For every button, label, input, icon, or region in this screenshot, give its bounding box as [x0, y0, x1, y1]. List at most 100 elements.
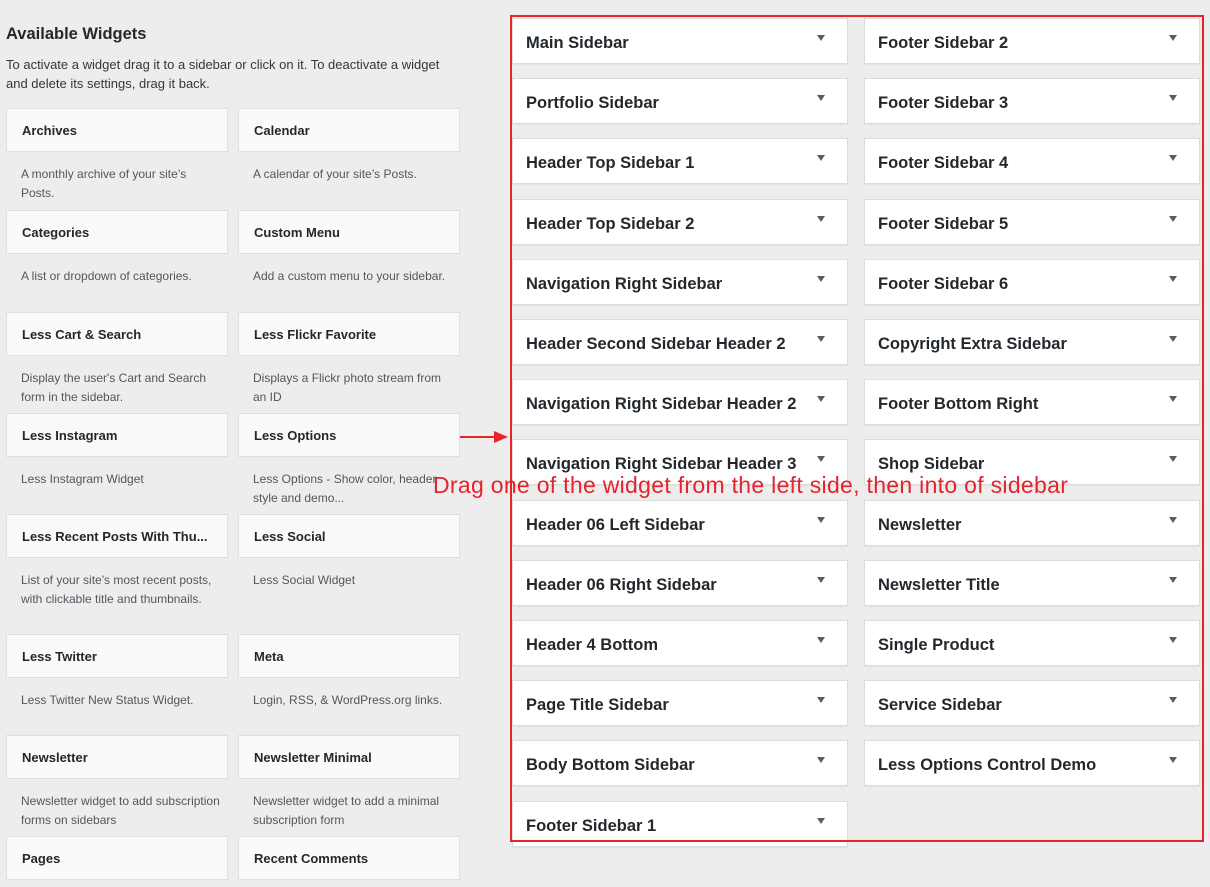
widget-title[interactable]: Calendar [238, 108, 460, 152]
sidebar-title[interactable]: Page Title Sidebar [526, 681, 669, 727]
sidebar-header-06-right-sidebar[interactable]: Header 06 Right Sidebar [512, 560, 848, 606]
toggle-arrow-icon[interactable] [1169, 95, 1177, 101]
sidebar-body-bottom-sidebar[interactable]: Body Bottom Sidebar [512, 740, 848, 786]
sidebar-footer-sidebar-6[interactable]: Footer Sidebar 6 [864, 259, 1200, 305]
toggle-arrow-icon[interactable] [817, 818, 825, 824]
sidebar-title[interactable]: Header Top Sidebar 1 [526, 139, 694, 185]
sidebar-title[interactable]: Footer Sidebar 1 [526, 802, 656, 848]
toggle-arrow-icon[interactable] [817, 396, 825, 402]
sidebar-footer-sidebar-3[interactable]: Footer Sidebar 3 [864, 78, 1200, 124]
widget-title[interactable]: Less Instagram [6, 413, 228, 457]
toggle-arrow-icon[interactable] [1169, 517, 1177, 523]
widget-title[interactable]: Less Flickr Favorite [238, 312, 460, 356]
toggle-arrow-icon[interactable] [817, 697, 825, 703]
sidebar-header-top-sidebar-1[interactable]: Header Top Sidebar 1 [512, 138, 848, 184]
sidebar-page-title-sidebar[interactable]: Page Title Sidebar [512, 680, 848, 726]
widget-title[interactable]: Newsletter Minimal [238, 735, 460, 779]
sidebar-main-sidebar[interactable]: Main Sidebar [512, 18, 848, 64]
sidebar-title[interactable]: Newsletter Title [878, 561, 1000, 607]
toggle-arrow-icon[interactable] [817, 216, 825, 222]
toggle-arrow-icon[interactable] [817, 637, 825, 643]
sidebar-footer-sidebar-5[interactable]: Footer Sidebar 5 [864, 199, 1200, 245]
toggle-arrow-icon[interactable] [817, 155, 825, 161]
widget-less-instagram[interactable]: Less Instagram Less Instagram Widget [6, 413, 228, 489]
widget-title[interactable]: Meta [238, 634, 460, 678]
sidebar-less-options-control-demo[interactable]: Less Options Control Demo [864, 740, 1200, 786]
widget-title[interactable]: Pages [6, 836, 228, 880]
widget-pages[interactable]: Pages [6, 836, 228, 880]
widget-archives[interactable]: Archives A monthly archive of your site’s… [6, 108, 228, 202]
widget-meta[interactable]: Meta Login, RSS, & WordPress.org links. [238, 634, 460, 710]
sidebar-header-4-bottom[interactable]: Header 4 Bottom [512, 620, 848, 666]
sidebar-title[interactable]: Portfolio Sidebar [526, 79, 659, 125]
sidebar-title[interactable]: Header 06 Right Sidebar [526, 561, 717, 607]
sidebar-title[interactable]: Header 4 Bottom [526, 621, 658, 667]
sidebar-title[interactable]: Less Options Control Demo [878, 741, 1096, 787]
widget-less-flickr-favorite[interactable]: Less Flickr Favorite Displays a Flickr ph… [238, 312, 460, 406]
widget-title[interactable]: Less Recent Posts With Thu... [6, 514, 228, 558]
sidebar-footer-sidebar-2[interactable]: Footer Sidebar 2 [864, 18, 1200, 64]
toggle-arrow-icon[interactable] [817, 95, 825, 101]
sidebar-navigation-right-sidebar-header-2[interactable]: Navigation Right Sidebar Header 2 [512, 379, 848, 425]
toggle-arrow-icon[interactable] [1169, 757, 1177, 763]
widget-less-twitter[interactable]: Less Twitter Less Twitter New Status Widg… [6, 634, 228, 710]
sidebar-title[interactable]: Header Top Sidebar 2 [526, 200, 694, 246]
sidebar-title[interactable]: Navigation Right Sidebar Header 2 [526, 380, 796, 426]
toggle-arrow-icon[interactable] [1169, 216, 1177, 222]
sidebar-title[interactable]: Footer Sidebar 6 [878, 260, 1008, 306]
widget-title[interactable]: Recent Comments [238, 836, 460, 880]
sidebar-title[interactable]: Single Product [878, 621, 994, 667]
sidebar-title[interactable]: Footer Sidebar 3 [878, 79, 1008, 125]
toggle-arrow-icon[interactable] [817, 336, 825, 342]
toggle-arrow-icon[interactable] [817, 276, 825, 282]
widget-less-social[interactable]: Less Social Less Social Widget [238, 514, 460, 590]
sidebar-footer-sidebar-4[interactable]: Footer Sidebar 4 [864, 138, 1200, 184]
toggle-arrow-icon[interactable] [1169, 155, 1177, 161]
sidebar-header-top-sidebar-2[interactable]: Header Top Sidebar 2 [512, 199, 848, 245]
sidebar-title[interactable]: Navigation Right Sidebar [526, 260, 722, 306]
widget-title[interactable]: Less Cart & Search [6, 312, 228, 356]
sidebar-newsletter[interactable]: Newsletter [864, 500, 1200, 546]
sidebar-navigation-right-sidebar[interactable]: Navigation Right Sidebar [512, 259, 848, 305]
toggle-arrow-icon[interactable] [817, 577, 825, 583]
sidebar-service-sidebar[interactable]: Service Sidebar [864, 680, 1200, 726]
sidebar-title[interactable]: Header Second Sidebar Header 2 [526, 320, 786, 366]
toggle-arrow-icon[interactable] [1169, 697, 1177, 703]
widget-title[interactable]: Less Options [238, 413, 460, 457]
toggle-arrow-icon[interactable] [1169, 637, 1177, 643]
sidebar-title[interactable]: Footer Sidebar 4 [878, 139, 1008, 185]
widget-recent-comments[interactable]: Recent Comments [238, 836, 460, 880]
sidebar-single-product[interactable]: Single Product [864, 620, 1200, 666]
widget-title[interactable]: Archives [6, 108, 228, 152]
sidebar-copyright-extra-sidebar[interactable]: Copyright Extra Sidebar [864, 319, 1200, 365]
toggle-arrow-icon[interactable] [817, 35, 825, 41]
sidebar-header-second-sidebar-header-2[interactable]: Header Second Sidebar Header 2 [512, 319, 848, 365]
toggle-arrow-icon[interactable] [817, 456, 825, 462]
sidebar-header-06-left-sidebar[interactable]: Header 06 Left Sidebar [512, 500, 848, 546]
sidebar-title[interactable]: Main Sidebar [526, 19, 629, 65]
sidebar-title[interactable]: Newsletter [878, 501, 961, 547]
toggle-arrow-icon[interactable] [1169, 276, 1177, 282]
widget-less-options[interactable]: Less Options Less Options - Show color, h… [238, 413, 460, 507]
toggle-arrow-icon[interactable] [1169, 577, 1177, 583]
sidebar-title[interactable]: Body Bottom Sidebar [526, 741, 695, 787]
widget-custom-menu[interactable]: Custom Menu Add a custom menu to your sid… [238, 210, 460, 286]
toggle-arrow-icon[interactable] [1169, 396, 1177, 402]
sidebar-footer-sidebar-1[interactable]: Footer Sidebar 1 [512, 801, 848, 847]
toggle-arrow-icon[interactable] [1169, 35, 1177, 41]
widget-title[interactable]: Categories [6, 210, 228, 254]
sidebar-portfolio-sidebar[interactable]: Portfolio Sidebar [512, 78, 848, 124]
widget-less-cart-search[interactable]: Less Cart & Search Display the user's Car… [6, 312, 228, 406]
widget-categories[interactable]: Categories A list or dropdown of categori… [6, 210, 228, 286]
toggle-arrow-icon[interactable] [1169, 456, 1177, 462]
widget-calendar[interactable]: Calendar A calendar of your site’s Posts. [238, 108, 460, 184]
sidebar-title[interactable]: Service Sidebar [878, 681, 1002, 727]
sidebar-footer-bottom-right[interactable]: Footer Bottom Right [864, 379, 1200, 425]
widget-title[interactable]: Less Twitter [6, 634, 228, 678]
widget-title[interactable]: Newsletter [6, 735, 228, 779]
sidebar-newsletter-title[interactable]: Newsletter Title [864, 560, 1200, 606]
toggle-arrow-icon[interactable] [1169, 336, 1177, 342]
sidebar-title[interactable]: Header 06 Left Sidebar [526, 501, 705, 547]
widget-title[interactable]: Custom Menu [238, 210, 460, 254]
widget-less-recent-posts-with-thu[interactable]: Less Recent Posts With Thu... List of you… [6, 514, 228, 608]
